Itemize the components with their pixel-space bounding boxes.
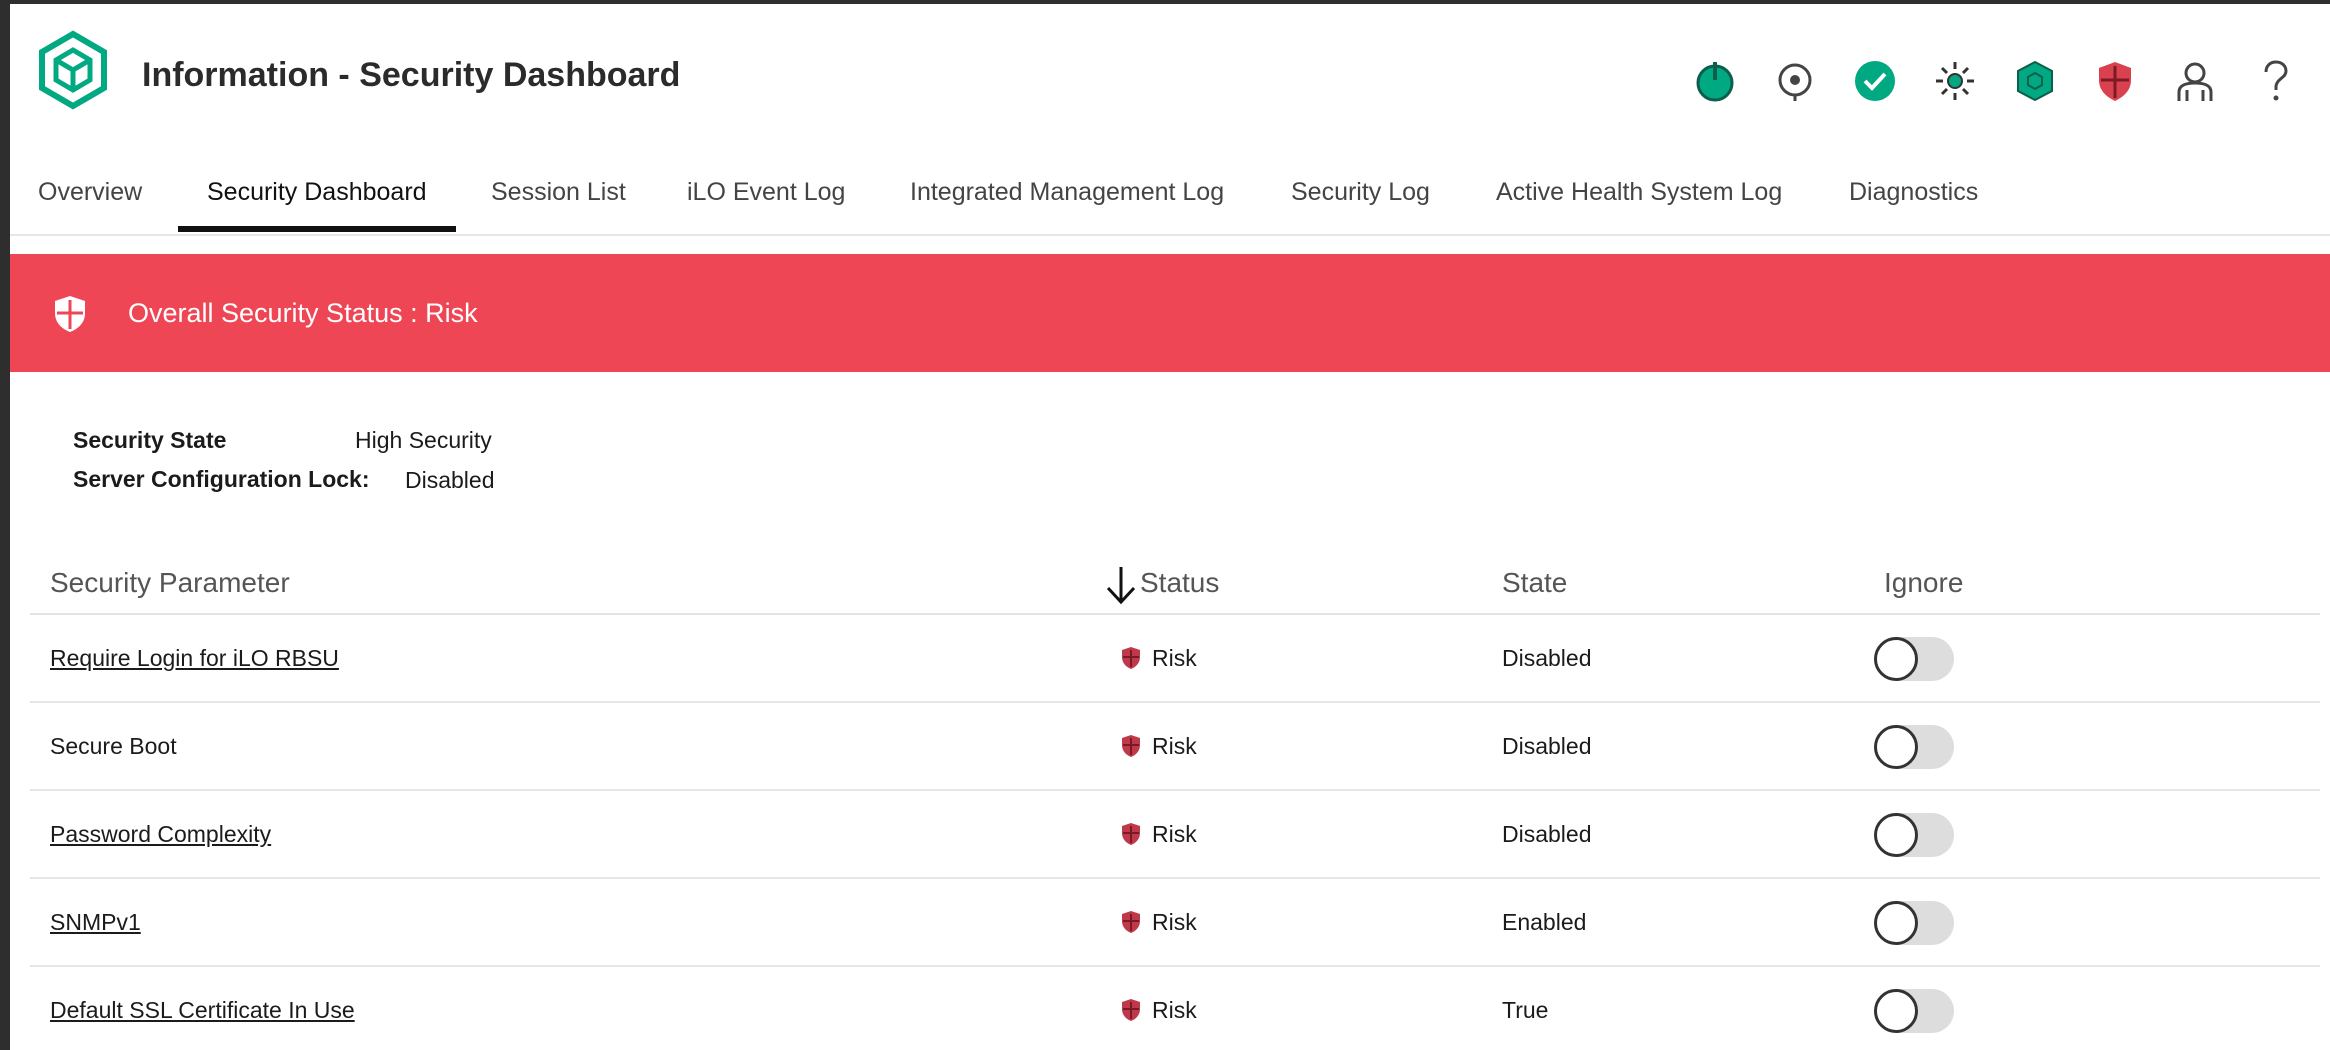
overall-security-status: Overall Security Status : Risk [128, 298, 478, 328]
health-ok-icon[interactable] [1850, 56, 1900, 106]
column-header-parameter[interactable]: Security Parameter [50, 567, 290, 599]
ignore-toggle[interactable] [1874, 989, 1954, 1033]
parameter-link[interactable]: Default SSL Certificate In Use [50, 997, 355, 1024]
toggle-knob [1874, 813, 1918, 857]
risk-shield-icon [1120, 734, 1142, 758]
status-text: Risk [1152, 733, 1197, 759]
table-row: Require Login for iLO RBSU Risk Disabled [30, 615, 2320, 703]
tab-diagnostics[interactable]: Diagnostics [1849, 178, 1978, 236]
brightness-icon[interactable] [1930, 56, 1980, 106]
config-lock-label: Server Configuration Lock: [73, 466, 370, 492]
help-icon[interactable] [2250, 56, 2300, 106]
column-header-ignore[interactable]: Ignore [1884, 567, 1963, 599]
parameter-link[interactable]: Password Complexity [50, 821, 271, 848]
toggle-knob [1874, 901, 1918, 945]
app-header: Information - Security Dashboard [10, 4, 2330, 144]
toggle-knob [1874, 725, 1918, 769]
config-lock-value: Disabled [405, 467, 495, 493]
security-status-banner: Overall Security Status : Risk [10, 254, 2330, 372]
risk-shield-icon [1120, 646, 1142, 670]
parameter-link[interactable]: SNMPv1 [50, 909, 141, 936]
user-icon[interactable] [2170, 56, 2220, 106]
status-text: Risk [1152, 645, 1197, 671]
tab-ilo-event-log[interactable]: iLO Event Log [687, 178, 845, 236]
parameter-link[interactable]: Require Login for iLO RBSU [50, 645, 339, 672]
state-text: Disabled [1502, 821, 1592, 847]
parameter-text: Secure Boot [50, 733, 177, 759]
table-row: SNMPv1 Risk Enabled [30, 879, 2320, 967]
tab-active-health-system-log[interactable]: Active Health System Log [1496, 178, 1782, 236]
page: Information - Security Dashboard Overvie… [10, 4, 2330, 1050]
column-header-status[interactable]: Status [1140, 567, 1219, 599]
table-row: Password Complexity Risk Disabled [30, 791, 2320, 879]
toggle-knob [1874, 637, 1918, 681]
hexagon-icon[interactable] [2010, 56, 2060, 106]
state-text: True [1502, 997, 1549, 1023]
active-tab-indicator [178, 226, 456, 232]
tab-security-log[interactable]: Security Log [1291, 178, 1430, 236]
tab-session-list[interactable]: Session List [491, 178, 626, 236]
state-text: Enabled [1502, 909, 1587, 935]
status-text: Risk [1152, 821, 1197, 847]
state-text: Disabled [1502, 645, 1592, 671]
toggle-knob [1874, 989, 1918, 1033]
page-title: Information - Security Dashboard [142, 56, 681, 94]
table-row: Secure Boot Risk Disabled [30, 703, 2320, 791]
ignore-toggle[interactable] [1874, 637, 1954, 681]
security-state-value: High Security [355, 427, 492, 453]
status-text: Risk [1152, 997, 1197, 1023]
ignore-toggle[interactable] [1874, 901, 1954, 945]
risk-shield-icon [1120, 910, 1142, 934]
security-state-label: Security State [73, 427, 227, 453]
risk-shield-icon [1120, 822, 1142, 846]
ignore-toggle[interactable] [1874, 813, 1954, 857]
ignore-toggle[interactable] [1874, 725, 1954, 769]
hpe-logo-icon [38, 30, 108, 110]
tab-overview[interactable]: Overview [38, 178, 142, 236]
sort-down-arrow-icon[interactable] [1104, 565, 1138, 605]
status-text: Risk [1152, 909, 1197, 935]
column-header-state[interactable]: State [1502, 567, 1567, 599]
state-text: Disabled [1502, 733, 1592, 759]
table-row: Default SSL Certificate In Use Risk True [30, 967, 2320, 1050]
security-shield-icon[interactable] [2090, 56, 2140, 106]
shield-icon [52, 294, 88, 334]
risk-shield-icon [1120, 998, 1142, 1022]
tab-bar: Overview Security Dashboard Session List… [10, 164, 2330, 236]
uid-locator-icon[interactable] [1770, 56, 1820, 106]
power-icon[interactable] [1690, 56, 1740, 106]
tab-integrated-management-log[interactable]: Integrated Management Log [910, 178, 1224, 236]
